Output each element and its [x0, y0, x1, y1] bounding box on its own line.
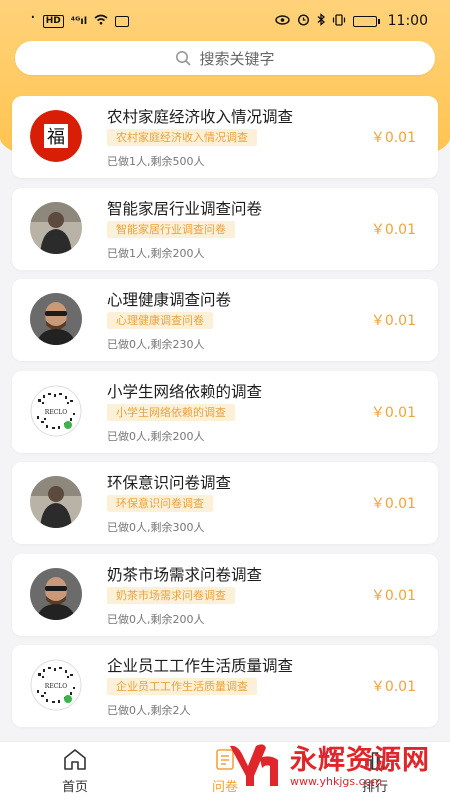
tab-survey-label: 问卷 — [211, 779, 238, 795]
bottom-tab-bar: 首页 问卷 排行 — [0, 741, 450, 800]
survey-card[interactable]: RECLO 小学生网络依赖的调查 小学生网络依赖的调查 已做0人,剩余200人 … — [12, 370, 438, 453]
survey-progress: 已做0人,剩余300人 — [107, 521, 205, 534]
survey-reward: ￥0.01 — [370, 313, 416, 329]
survey-reward: ￥0.01 — [370, 404, 416, 421]
home-icon — [63, 748, 87, 774]
search-icon — [175, 50, 191, 66]
rank-icon — [364, 748, 386, 774]
tab-rank[interactable]: 排行 — [300, 748, 450, 795]
survey-progress: 已做0人,剩余200人 — [107, 429, 205, 443]
survey-title: 心理健康调查问卷 — [107, 291, 232, 309]
fu-character: 福 — [47, 127, 65, 148]
tab-home[interactable]: 首页 — [0, 748, 150, 795]
survey-reward: ￥0.01 — [370, 679, 416, 695]
survey-card[interactable]: 智能家居行业调查问卷 智能家居行业调查问卷 已做1人,剩余200人 ￥0.01 — [12, 187, 438, 270]
survey-reward: ￥0.01 — [370, 221, 416, 238]
survey-title: 奶茶市场需求问卷调查 — [107, 565, 263, 584]
survey-reward: ￥0.01 — [370, 496, 416, 512]
person-avatar — [30, 476, 82, 528]
tab-home-label: 首页 — [61, 779, 88, 795]
fu-avatar: 福 — [30, 110, 82, 162]
survey-tag: 企业员工工作生活质量调查 — [107, 678, 257, 695]
qr-avatar: RECLO — [30, 659, 82, 711]
qr-label: RECLO — [45, 683, 67, 690]
battery-icon — [352, 15, 380, 27]
vibrate-icon — [332, 13, 346, 29]
man-avatar — [30, 567, 82, 620]
survey-card[interactable]: 奶茶市场需求问卷调查 奶茶市场需求问卷调查 已做0人,剩余200人 ￥0.01 — [12, 553, 438, 636]
message-icon — [115, 15, 130, 27]
status-dot: · — [30, 7, 36, 28]
survey-title: 小学生网络依赖的调查 — [107, 382, 263, 401]
status-left: · HD ⁴ᴳıl — [30, 7, 130, 28]
tab-survey[interactable]: 问卷 — [150, 748, 300, 795]
survey-title: 环保意识问卷调查 — [107, 474, 232, 492]
tab-rank-label: 排行 — [361, 779, 388, 795]
survey-title: 智能家居行业调查问卷 — [107, 199, 263, 218]
signal-icon: ⁴ᴳıl — [70, 15, 88, 27]
survey-progress: 已做1人,剩余500人 — [107, 155, 205, 168]
wifi-icon — [94, 14, 108, 28]
hd-icon: HD — [42, 14, 64, 28]
survey-card[interactable]: 环保意识问卷调查 环保意识问卷调查 已做0人,剩余300人 ￥0.01 — [12, 462, 438, 544]
survey-tag: 小学生网络依赖的调查 — [107, 403, 235, 421]
search-placeholder: 搜索关键字 — [199, 49, 275, 68]
eye-icon — [274, 14, 290, 28]
survey-tag: 环保意识问卷调查 — [107, 495, 213, 512]
bluetooth-icon — [317, 13, 325, 29]
survey-title: 农村家庭经济收入情况调查 — [107, 108, 294, 126]
survey-progress: 已做0人,剩余2人 — [107, 704, 191, 717]
survey-tag: 智能家居行业调查问卷 — [107, 220, 235, 238]
status-time: 11:00 — [387, 13, 428, 29]
survey-tag: 心理健康调查问卷 — [107, 312, 213, 329]
status-right: 11:00 — [274, 13, 428, 29]
survey-title: 企业员工工作生活质量调查 — [107, 657, 294, 675]
survey-list: 福 农村家庭经济收入情况调查 农村家庭经济收入情况调查 已做1人,剩余500人 … — [12, 96, 438, 737]
survey-progress: 已做1人,剩余200人 — [107, 246, 205, 260]
survey-icon — [214, 748, 236, 774]
survey-progress: 已做0人,剩余230人 — [107, 338, 205, 351]
search-bar[interactable]: 搜索关键字 — [15, 41, 435, 75]
person-avatar — [30, 201, 82, 254]
survey-card[interactable]: RECLO 企业员工工作生活质量调查 企业员工工作生活质量调查 已做0人,剩余2… — [12, 645, 438, 727]
survey-tag: 农村家庭经济收入情况调查 — [107, 129, 257, 146]
survey-reward: ￥0.01 — [370, 587, 416, 604]
man-avatar — [30, 293, 82, 345]
alarm-icon — [297, 13, 310, 29]
survey-tag: 奶茶市场需求问卷调查 — [107, 586, 235, 604]
status-bar: · HD ⁴ᴳıl 11:00 — [0, 0, 450, 42]
survey-reward: ￥0.01 — [370, 130, 416, 146]
qr-avatar: RECLO — [30, 385, 82, 437]
survey-card[interactable]: 心理健康调查问卷 心理健康调查问卷 已做0人,剩余230人 ￥0.01 — [12, 279, 438, 361]
qr-label: RECLO — [45, 409, 67, 416]
survey-progress: 已做0人,剩余200人 — [107, 612, 205, 626]
survey-card[interactable]: 福 农村家庭经济收入情况调查 农村家庭经济收入情况调查 已做1人,剩余500人 … — [12, 96, 438, 178]
